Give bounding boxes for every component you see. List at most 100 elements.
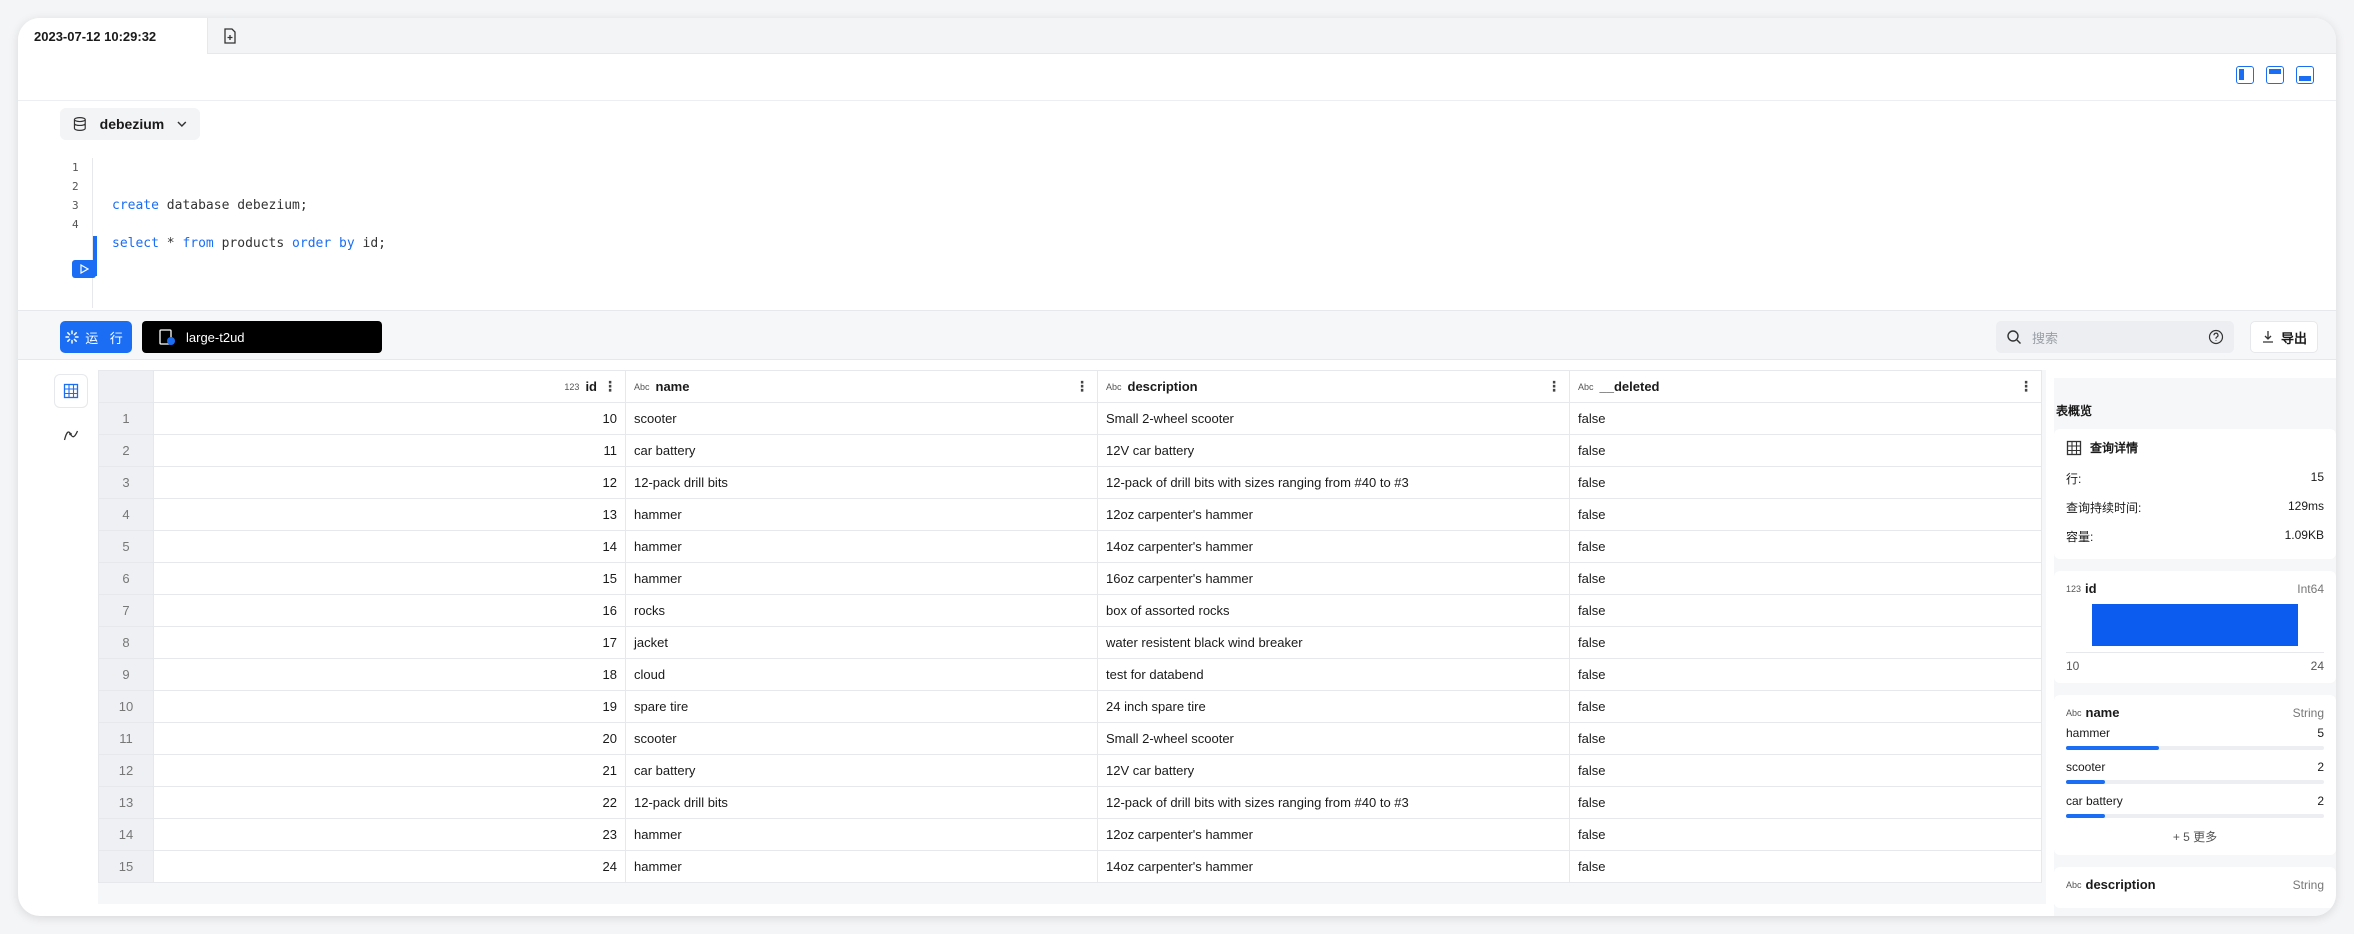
table-row[interactable]: 13 22 12-pack drill bits 12-pack of drill b… [98,786,2042,819]
column-menu-icon[interactable]: ⋮ [1547,378,1561,395]
cell-description[interactable]: box of assorted rocks [1097,594,1570,627]
table-row[interactable]: 5 14 hammer 14oz carpenter's hammer false [98,530,2042,563]
cell-name[interactable]: hammer [625,850,1098,883]
cell-description[interactable]: 12oz carpenter's hammer [1097,818,1570,851]
table-row[interactable]: 11 20 scooter Small 2-wheel scooter false [98,722,2042,755]
cell-deleted[interactable]: false [1569,658,2042,691]
table-row[interactable]: 3 12 12-pack drill bits 12-pack of drill bi… [98,466,2042,499]
column-header-deleted[interactable]: Abc __deleted ⋮ [1569,370,2042,403]
cell-id[interactable]: 23 [153,818,626,851]
layout-top-panel-icon[interactable] [2266,66,2284,84]
cell-name[interactable]: jacket [625,626,1098,659]
column-header-id[interactable]: 123 id ⋮ [153,370,626,403]
cell-id[interactable]: 16 [153,594,626,627]
cell-id[interactable]: 15 [153,562,626,595]
cell-description[interactable]: 14oz carpenter's hammer [1097,850,1570,883]
cell-description[interactable]: Small 2-wheel scooter [1097,722,1570,755]
table-row[interactable]: 14 23 hammer 12oz carpenter's hammer false [98,818,2042,851]
cell-name[interactable]: hammer [625,818,1098,851]
cell-description[interactable]: test for databend [1097,658,1570,691]
cell-name[interactable]: 12-pack drill bits [625,466,1098,499]
layout-bottom-panel-icon[interactable] [2296,66,2314,84]
new-tab-button[interactable] [216,22,244,50]
run-line-button[interactable] [72,260,96,278]
cell-deleted[interactable]: false [1569,594,2042,627]
search-input[interactable]: 搜索 [2032,328,2198,347]
cell-name[interactable]: scooter [625,722,1098,755]
cell-description[interactable]: 12V car battery [1097,434,1570,467]
cell-description[interactable]: 14oz carpenter's hammer [1097,530,1570,563]
help-icon[interactable] [2208,329,2224,345]
cell-deleted[interactable]: false [1569,722,2042,755]
cell-name[interactable]: hammer [625,498,1098,531]
cell-deleted[interactable]: false [1569,434,2042,467]
cell-name[interactable]: car battery [625,434,1098,467]
cell-name[interactable]: car battery [625,754,1098,787]
table-row[interactable]: 15 24 hammer 14oz carpenter's hammer false [98,850,2042,883]
cell-deleted[interactable]: false [1569,818,2042,851]
sql-editor[interactable]: 1 2 3 4 create database debezium; select… [18,158,2336,308]
column-header-description[interactable]: Abc description ⋮ [1097,370,1570,403]
cell-deleted[interactable]: false [1569,754,2042,787]
table-row[interactable]: 1 10 scooter Small 2-wheel scooter false [98,402,2042,435]
cell-deleted[interactable]: false [1569,562,2042,595]
column-menu-icon[interactable]: ⋮ [1075,378,1089,395]
table-row[interactable]: 2 11 car battery 12V car battery false [98,434,2042,467]
column-menu-icon[interactable]: ⋮ [2019,378,2033,395]
cell-name[interactable]: spare tire [625,690,1098,723]
cell-deleted[interactable]: false [1569,626,2042,659]
cell-description[interactable]: 12-pack of drill bits with sizes ranging… [1097,786,1570,819]
export-button[interactable]: 导出 [2250,321,2318,353]
cell-id[interactable]: 17 [153,626,626,659]
cell-name[interactable]: hammer [625,530,1098,563]
warehouse-selector[interactable]: large-t2ud [142,321,382,353]
table-row[interactable]: 4 13 hammer 12oz carpenter's hammer false [98,498,2042,531]
table-view-button[interactable] [54,374,88,408]
cell-deleted[interactable]: false [1569,466,2042,499]
cell-deleted[interactable]: false [1569,402,2042,435]
cell-id[interactable]: 14 [153,530,626,563]
table-row[interactable]: 6 15 hammer 16oz carpenter's hammer false [98,562,2042,595]
cell-description[interactable]: 12oz carpenter's hammer [1097,498,1570,531]
chart-view-button[interactable] [54,418,88,452]
cell-name[interactable]: cloud [625,658,1098,691]
cell-description[interactable]: 16oz carpenter's hammer [1097,562,1570,595]
database-selector[interactable]: debezium [60,108,200,140]
table-row[interactable]: 8 17 jacket water resistent black wind brea… [98,626,2042,659]
cell-description[interactable]: 12V car battery [1097,754,1570,787]
cell-description[interactable]: 12-pack of drill bits with sizes ranging… [1097,466,1570,499]
cell-id[interactable]: 10 [153,402,626,435]
cell-id[interactable]: 18 [153,658,626,691]
cell-id[interactable]: 13 [153,498,626,531]
table-row[interactable]: 10 19 spare tire 24 inch spare tire false [98,690,2042,723]
run-button[interactable]: 运 行 [60,321,132,353]
cell-deleted[interactable]: false [1569,690,2042,723]
table-row[interactable]: 9 18 cloud test for databend false [98,658,2042,691]
search-box[interactable]: 搜索 [1996,321,2234,353]
cell-deleted[interactable]: false [1569,850,2042,883]
layout-left-panel-icon[interactable] [2236,66,2254,84]
cell-name[interactable]: scooter [625,402,1098,435]
cell-id[interactable]: 22 [153,786,626,819]
cell-name[interactable]: rocks [625,594,1098,627]
table-row[interactable]: 7 16 rocks box of assorted rocks false [98,594,2042,627]
show-more-link[interactable]: + 5 更多 [2066,828,2324,845]
query-tab[interactable]: 2023-07-12 10:29:32 [18,18,208,54]
column-header-name[interactable]: Abc name ⋮ [625,370,1098,403]
cell-id[interactable]: 24 [153,850,626,883]
cell-id[interactable]: 12 [153,466,626,499]
cell-deleted[interactable]: false [1569,786,2042,819]
cell-name[interactable]: 12-pack drill bits [625,786,1098,819]
cell-deleted[interactable]: false [1569,530,2042,563]
cell-description[interactable]: Small 2-wheel scooter [1097,402,1570,435]
cell-description[interactable]: 24 inch spare tire [1097,690,1570,723]
cell-name[interactable]: hammer [625,562,1098,595]
cell-id[interactable]: 21 [153,754,626,787]
cell-id[interactable]: 19 [153,690,626,723]
table-row[interactable]: 12 21 car battery 12V car battery false [98,754,2042,787]
cell-description[interactable]: water resistent black wind breaker [1097,626,1570,659]
cell-deleted[interactable]: false [1569,498,2042,531]
cell-id[interactable]: 20 [153,722,626,755]
column-menu-icon[interactable]: ⋮ [603,378,617,395]
cell-id[interactable]: 11 [153,434,626,467]
